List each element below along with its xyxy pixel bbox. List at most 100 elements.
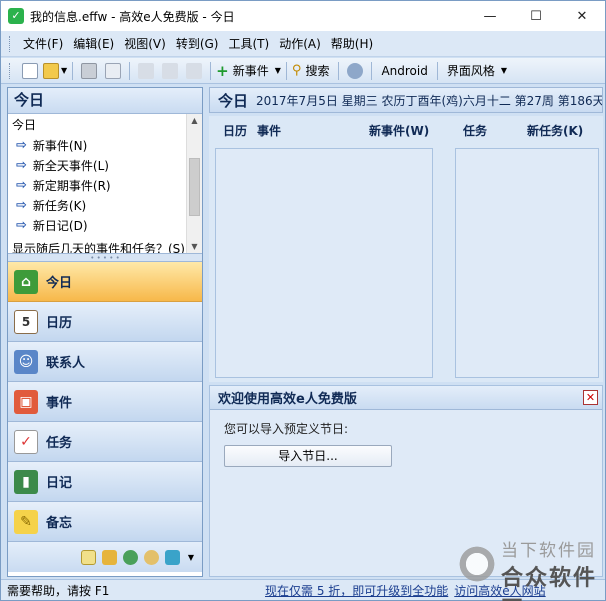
nav-today[interactable]: ⌂ 今日 [8, 262, 202, 302]
notes-icon[interactable] [80, 549, 96, 565]
nav-tasks[interactable]: ✓ 任务 [8, 422, 202, 462]
help-icon [347, 62, 364, 79]
status-help-text: 需要帮助，请按 F1 [7, 583, 110, 598]
arrow-icon: ⇨ [16, 217, 27, 233]
quick-item-label: 新任务(K) [32, 198, 87, 213]
copy-button[interactable] [159, 60, 181, 82]
quick-item-label: 新日记(D) [32, 218, 88, 233]
diary-icon: ▮ [14, 469, 38, 494]
quick-item-label: 新全天事件(L) [32, 158, 109, 173]
vertical-scrollbar[interactable]: ▲ ▼ [186, 114, 202, 253]
toolbar-separator [285, 61, 287, 80]
toolbar-separator [371, 61, 373, 80]
nav-events[interactable]: ▣ 事件 [8, 382, 202, 422]
menu-tools[interactable]: 工具(T) [223, 35, 274, 52]
tasks-pane[interactable] [455, 148, 599, 378]
new-task-link[interactable]: 新任务(K) [527, 122, 583, 139]
import-holidays-button[interactable]: 导入节日... [224, 445, 392, 467]
quick-new-task[interactable]: ⇨ 新任务(K) [8, 195, 202, 215]
home-icon: ⌂ [14, 269, 38, 294]
window-title: 我的信息.effw - 高效e人免费版 - 今日 [30, 9, 235, 24]
nav-label: 备忘 [46, 516, 73, 531]
cut-button[interactable] [135, 60, 157, 82]
plus-icon: + [216, 61, 229, 80]
arrow-icon: ⇨ [16, 157, 27, 173]
toolbar-separator [72, 61, 74, 80]
quick-new-event[interactable]: ⇨ 新事件(N) [8, 135, 202, 155]
scissors-icon [138, 62, 155, 79]
menu-bar: 文件(F) 编辑(E) 视图(V) 转到(G) 工具(T) 动作(A) 帮助(H… [1, 31, 605, 57]
search-label: 搜索 [305, 64, 330, 78]
menu-actions[interactable]: 动作(A) [274, 35, 326, 52]
welcome-message: 您可以导入预定义节日: [224, 422, 349, 436]
toolbar: ▼ + 新事件 ▼ ⚲ 搜索 Android 界面风格 ▼ [1, 58, 605, 84]
help-button[interactable] [344, 60, 366, 82]
toolbar-separator [338, 61, 340, 80]
arrow-icon: ⇨ [16, 197, 27, 213]
task-column-header: 任务 [463, 124, 488, 138]
scroll-up-icon[interactable]: ▲ [187, 114, 202, 128]
key-icon[interactable] [101, 549, 117, 565]
close-button[interactable]: ✕ [559, 1, 605, 31]
quick-new-diary[interactable]: ⇨ 新日记(D) [8, 215, 202, 235]
menu-edit[interactable]: 编辑(E) [68, 35, 119, 52]
sync-icon[interactable] [164, 549, 180, 565]
open-button[interactable]: ▼ [43, 60, 67, 82]
nav-calendar[interactable]: 5 日历 [8, 302, 202, 342]
watermark-top-text: 当下软件园 [501, 541, 596, 561]
search-button[interactable]: ⚲ 搜索 [292, 60, 334, 82]
today-date-info: 2017年7月5日 星期三 农历丁酉年(鸡)六月十二 第27周 第186天 [256, 93, 603, 108]
menu-file[interactable]: 文件(F) [18, 35, 68, 52]
menu-grip[interactable] [9, 35, 12, 52]
show-upcoming-link[interactable]: 显示随后几天的事件和任务？(S) [12, 240, 185, 253]
globe-icon[interactable] [122, 549, 138, 565]
nav-diary[interactable]: ▮ 日记 [8, 462, 202, 502]
android-button[interactable]: Android [377, 60, 431, 82]
menu-view[interactable]: 视图(V) [119, 35, 171, 52]
nav-label: 日历 [46, 316, 73, 331]
close-icon[interactable]: ✕ [583, 390, 598, 405]
today-title: 今日 [218, 91, 249, 110]
new-event-button[interactable]: + 新事件 ▼ [216, 60, 281, 82]
nav-footer-bar: ▼ [8, 542, 202, 572]
menu-help[interactable]: 帮助(H) [326, 35, 378, 52]
nav-more-dropdown-icon[interactable]: ▼ [188, 553, 194, 562]
welcome-title: 欢迎使用高效e人免费版 [218, 392, 357, 407]
calendar-column-header: 日历 [223, 124, 248, 138]
theme-dropdown-icon[interactable]: ▼ [501, 66, 507, 75]
new-event-dropdown-icon[interactable]: ▼ [275, 66, 281, 75]
nav-contacts[interactable]: ☺ 联系人 [8, 342, 202, 382]
today-quick-list: 今日 ⇨ 新事件(N) ⇨ 新全天事件(L) ⇨ 新定期事件(R) ⇨ 新任务(K) ⇨… [8, 114, 202, 254]
print-preview-button[interactable] [102, 60, 124, 82]
theme-button[interactable]: 界面风格 ▼ [443, 60, 507, 82]
printer-icon [81, 62, 98, 79]
quick-item-label: 新定期事件(R) [32, 178, 111, 193]
new-event-link[interactable]: 新事件(W) [369, 122, 429, 139]
print-button[interactable] [78, 60, 100, 82]
nav-memo[interactable]: ✎ 备忘 [8, 502, 202, 542]
toolbar-separator [129, 61, 131, 80]
events-pane[interactable] [215, 148, 433, 378]
new-file-button[interactable] [19, 60, 41, 82]
window-controls: — ☐ ✕ [467, 1, 605, 31]
search-icon[interactable] [143, 549, 159, 565]
panel-splitter[interactable]: • • • • • [8, 254, 202, 262]
maximize-button[interactable]: ☐ [513, 1, 559, 31]
watermark-bottom-text: 合众软件园 [501, 566, 598, 601]
menu-goto[interactable]: 转到(G) [171, 35, 224, 52]
scroll-down-icon[interactable]: ▼ [187, 240, 202, 253]
scroll-thumb[interactable] [189, 158, 200, 216]
contacts-icon: ☺ [14, 349, 38, 374]
today-header: 今日 2017年7月5日 星期三 农历丁酉年(鸡)六月十二 第27周 第186天 [209, 87, 603, 113]
quick-new-recurring-event[interactable]: ⇨ 新定期事件(R) [8, 175, 202, 195]
toolbar-grip[interactable] [9, 62, 12, 79]
nav-label: 今日 [46, 276, 73, 291]
quick-new-allday-event[interactable]: ⇨ 新全天事件(L) [8, 155, 202, 175]
open-dropdown-icon[interactable]: ▼ [61, 66, 67, 75]
quick-item-label: 新事件(N) [32, 138, 88, 153]
upgrade-link[interactable]: 现在仅需 5 折，即可升级到全功能 [265, 582, 448, 599]
arrow-icon: ⇨ [16, 137, 27, 153]
nav-label: 日记 [46, 476, 73, 491]
paste-button[interactable] [183, 60, 205, 82]
minimize-button[interactable]: — [467, 1, 513, 31]
